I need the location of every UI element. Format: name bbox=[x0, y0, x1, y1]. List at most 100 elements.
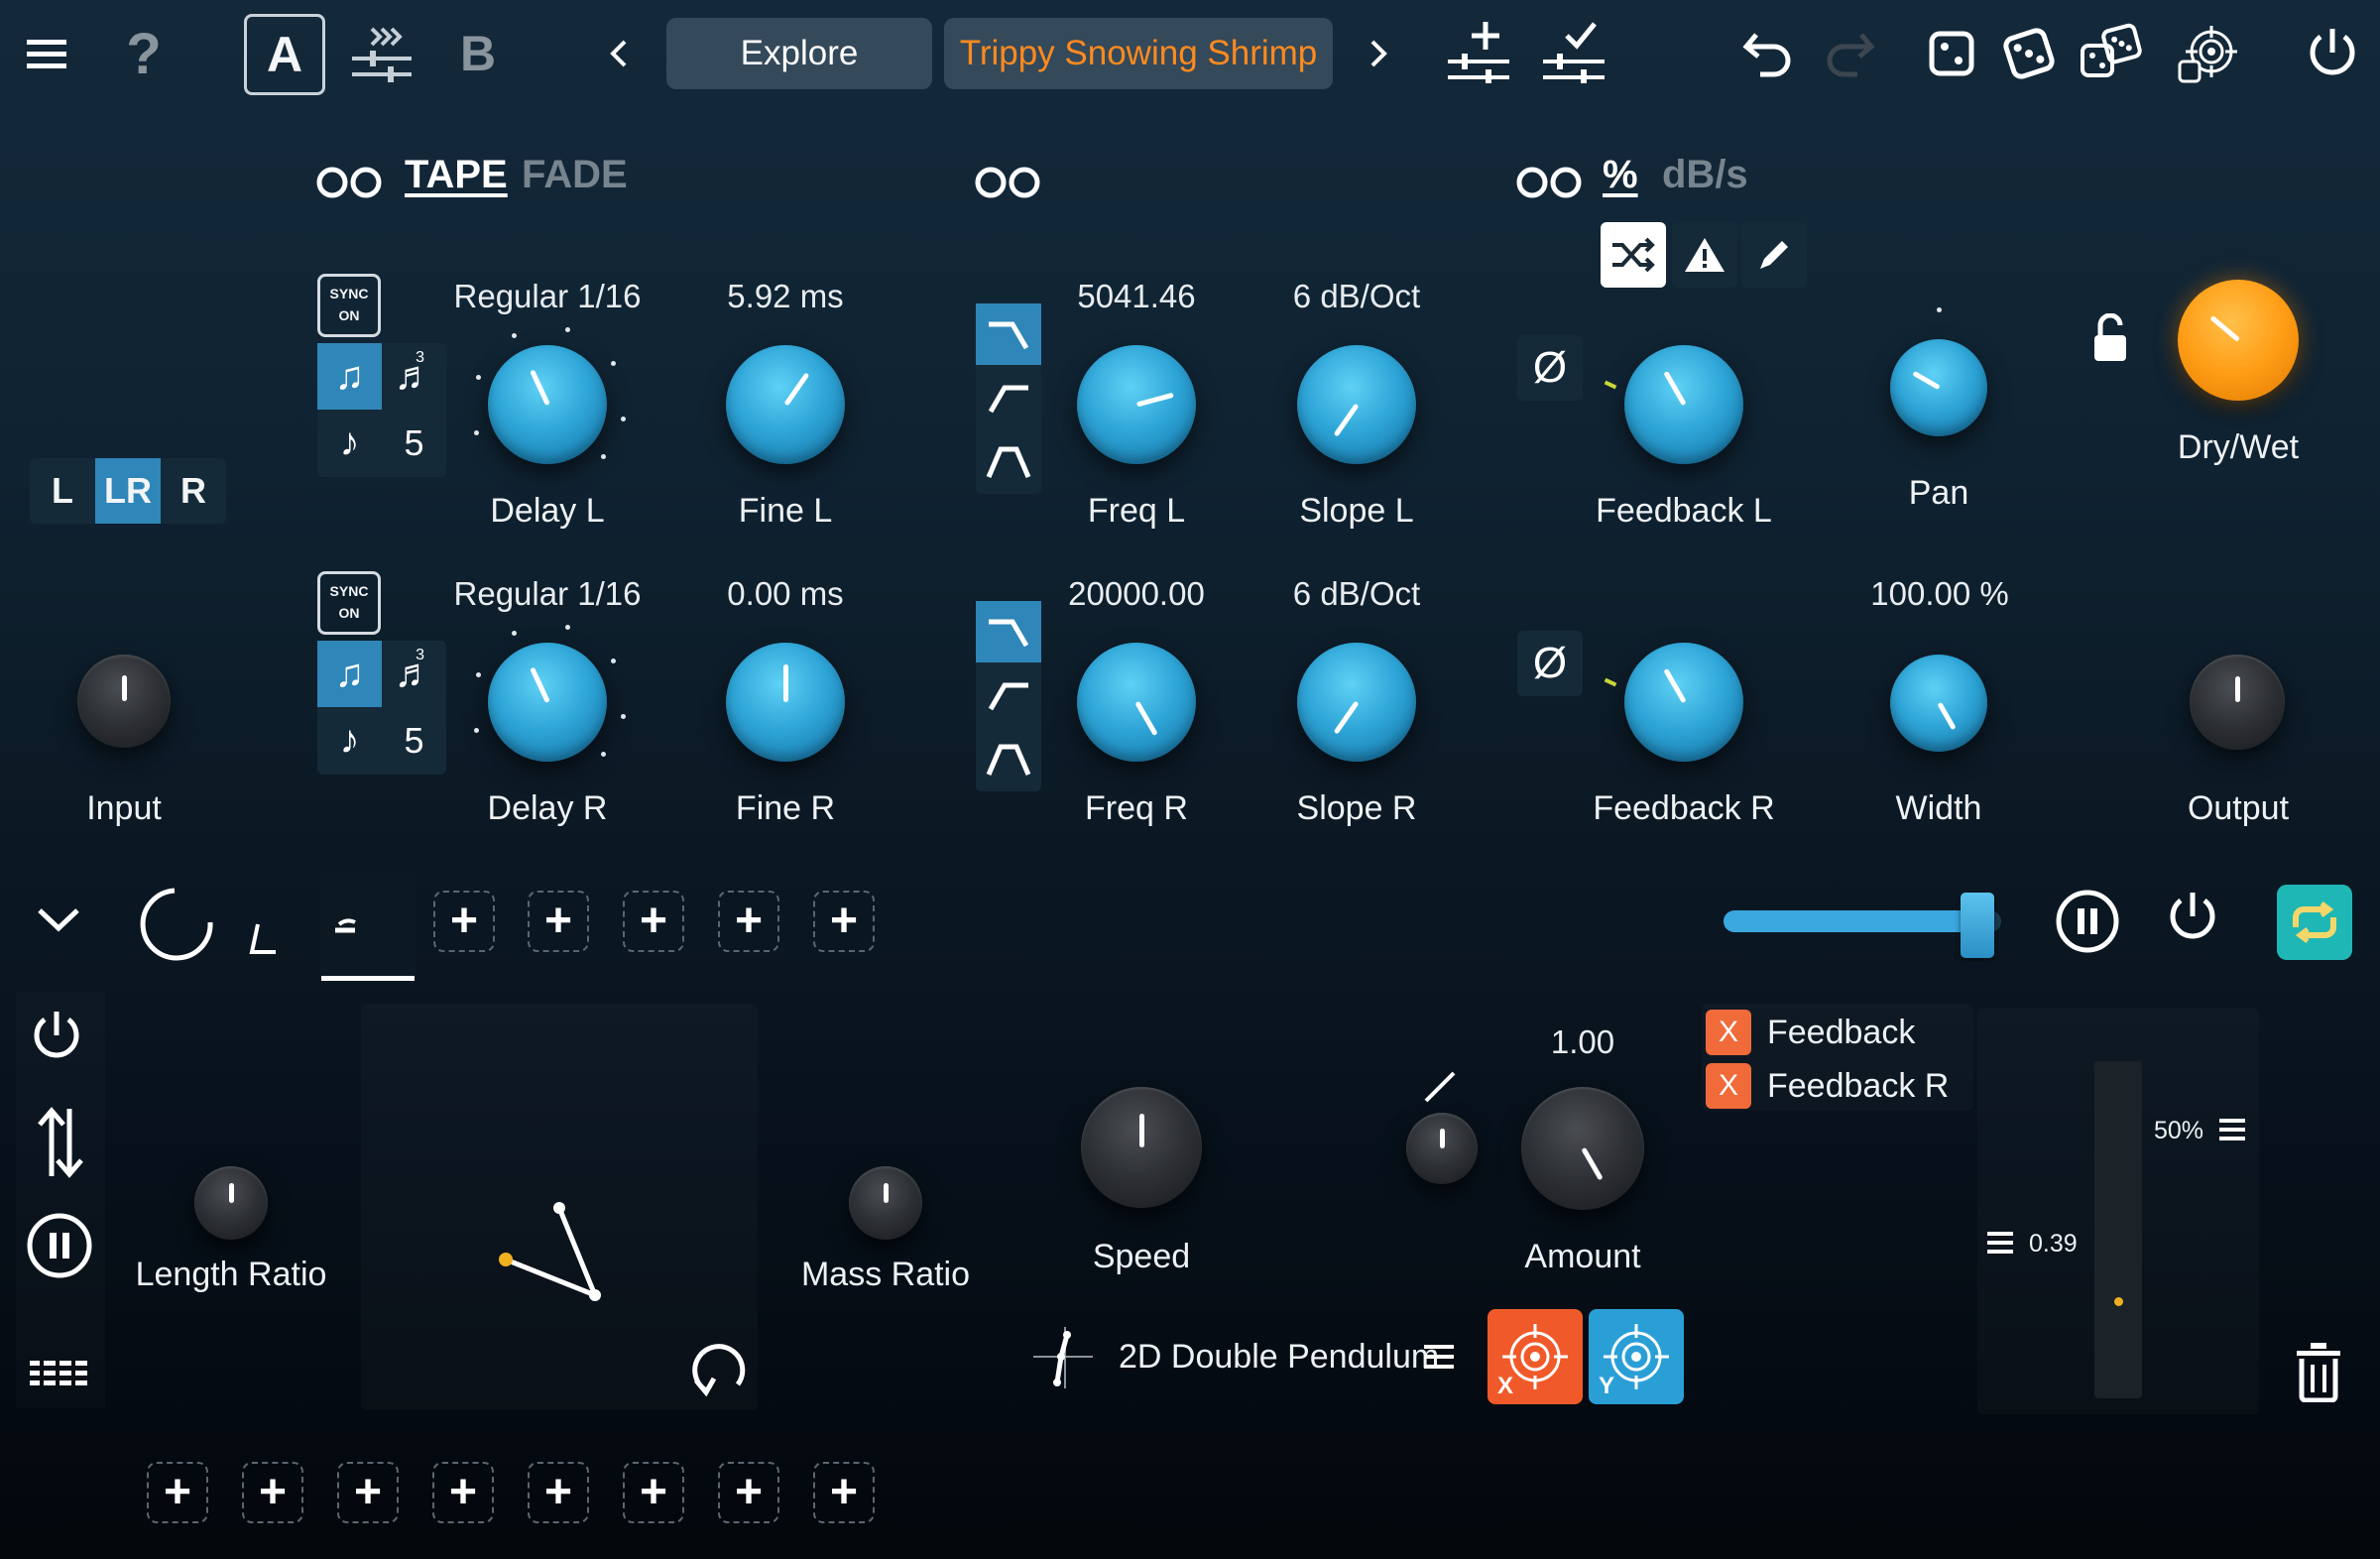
shuffle-icon[interactable] bbox=[1601, 222, 1666, 288]
phase-invert-r[interactable]: Ø bbox=[1517, 631, 1583, 696]
dice-one-icon[interactable] bbox=[1924, 26, 1979, 81]
mod-enable-power-icon[interactable] bbox=[30, 1008, 89, 1071]
add-destination-slot[interactable]: + bbox=[432, 1462, 494, 1523]
swap-direction-icon[interactable] bbox=[32, 1105, 87, 1180]
mod-pause-icon[interactable] bbox=[26, 1212, 93, 1279]
prev-preset-icon[interactable] bbox=[601, 34, 637, 73]
stereo-mode-r[interactable]: R bbox=[161, 458, 226, 524]
next-preset-icon[interactable] bbox=[1361, 34, 1396, 73]
phase-invert-l[interactable]: Ø bbox=[1517, 335, 1583, 401]
mode-tape-tab[interactable]: TAPE bbox=[405, 153, 508, 197]
mod-depth-slider-thumb[interactable] bbox=[1961, 893, 1994, 958]
dice-two-icon[interactable] bbox=[1999, 24, 2059, 83]
pen-icon[interactable] bbox=[1741, 222, 1807, 288]
drywet-knob[interactable] bbox=[2178, 280, 2299, 401]
sync-toggle-r[interactable]: SYNC ON bbox=[317, 571, 381, 635]
mod-type-menu-icon[interactable] bbox=[1424, 1343, 1456, 1373]
bandpass-icon[interactable] bbox=[976, 728, 1041, 789]
dice-three-icon[interactable] bbox=[2077, 20, 2146, 89]
pan-knob[interactable] bbox=[1890, 339, 1987, 436]
input-knob[interactable] bbox=[77, 655, 171, 748]
straight-note-icon[interactable]: ♫ bbox=[317, 641, 382, 707]
add-destination-slot[interactable]: + bbox=[528, 1462, 589, 1523]
add-destination-slot[interactable]: + bbox=[147, 1462, 208, 1523]
meter-value-menu-icon[interactable] bbox=[1987, 1230, 2015, 1258]
mod-slot-pendulum-tab[interactable] bbox=[319, 873, 416, 982]
lock-icon[interactable] bbox=[2090, 312, 2144, 371]
freq-l-knob[interactable] bbox=[1077, 345, 1196, 464]
reset-rotate-icon[interactable] bbox=[688, 1339, 756, 1406]
curve-knob[interactable] bbox=[1406, 1113, 1478, 1184]
stereo-mode-lr[interactable]: LR bbox=[95, 458, 161, 524]
add-modulator-button[interactable]: + bbox=[433, 891, 495, 952]
speed-knob[interactable] bbox=[1081, 1087, 1202, 1208]
highpass-icon[interactable] bbox=[976, 367, 1041, 428]
slope-r-knob[interactable] bbox=[1297, 643, 1416, 762]
menu-icon[interactable] bbox=[22, 30, 71, 79]
mod-depth-slider-track[interactable] bbox=[1724, 893, 2001, 958]
trash-icon[interactable] bbox=[2293, 1341, 2348, 1406]
save-preset-icon[interactable] bbox=[1539, 16, 1608, 85]
fine-l-knob[interactable] bbox=[726, 345, 845, 464]
add-modulator-button[interactable]: + bbox=[528, 891, 589, 952]
feedback-l-knob[interactable] bbox=[1624, 345, 1743, 464]
steps-value-r[interactable]: 5 bbox=[382, 707, 446, 774]
add-modulator-button[interactable]: + bbox=[718, 891, 779, 952]
pause-icon[interactable] bbox=[2055, 889, 2120, 954]
steps-value-l[interactable]: 5 bbox=[382, 410, 446, 476]
target-x-button[interactable]: X bbox=[1488, 1309, 1583, 1404]
unit-dbs-tab[interactable]: dB/s bbox=[1662, 153, 1748, 197]
vertical-meter[interactable] bbox=[2094, 1061, 2142, 1398]
meter-percent-menu-icon[interactable] bbox=[2219, 1117, 2247, 1144]
preset-b-button[interactable]: B bbox=[448, 22, 508, 85]
triplet-note-icon[interactable]: ♬ 3 bbox=[382, 343, 446, 410]
remove-destination-button[interactable]: X bbox=[1706, 1063, 1751, 1109]
dotted-note-icon[interactable]: ♪ bbox=[317, 410, 382, 476]
triplet-note-icon[interactable]: ♬ 3 bbox=[382, 641, 446, 707]
help-icon[interactable]: ? bbox=[119, 22, 169, 86]
preset-name[interactable]: Trippy Snowing Shrimp bbox=[944, 18, 1333, 89]
link-filter-icon[interactable] bbox=[974, 163, 1043, 202]
copy-a-to-b-icon[interactable] bbox=[347, 18, 416, 87]
collapse-chevron-icon[interactable] bbox=[36, 904, 85, 944]
explore-button[interactable]: Explore bbox=[666, 18, 932, 89]
dotted-note-icon[interactable]: ♪ bbox=[317, 707, 382, 774]
highpass-icon[interactable] bbox=[976, 664, 1041, 726]
curve-shape-icon[interactable] bbox=[1420, 1067, 1460, 1107]
add-preset-icon[interactable] bbox=[1444, 16, 1513, 85]
amount-knob[interactable] bbox=[1521, 1087, 1644, 1210]
power-icon[interactable] bbox=[2303, 22, 2362, 85]
add-modulator-button[interactable]: + bbox=[623, 891, 684, 952]
stereo-mode-l[interactable]: L bbox=[30, 458, 95, 524]
add-modulator-button[interactable]: + bbox=[813, 891, 875, 952]
mod-list-icon[interactable] bbox=[30, 1359, 89, 1390]
warning-icon[interactable] bbox=[1672, 222, 1737, 288]
dice-target-icon[interactable] bbox=[2172, 20, 2241, 89]
undo-icon[interactable] bbox=[1737, 24, 1797, 83]
width-knob[interactable] bbox=[1890, 655, 1987, 752]
slope-l-knob[interactable] bbox=[1297, 345, 1416, 464]
delay-l-knob[interactable] bbox=[488, 345, 607, 464]
add-destination-slot[interactable]: + bbox=[813, 1462, 875, 1523]
sync-toggle-l[interactable]: SYNC ON bbox=[317, 274, 381, 337]
mass-ratio-knob[interactable] bbox=[849, 1166, 922, 1240]
link-delay-icon[interactable] bbox=[315, 163, 385, 202]
mode-fade-tab[interactable]: FADE bbox=[522, 153, 628, 197]
fine-r-knob[interactable] bbox=[726, 643, 845, 762]
straight-note-icon[interactable]: ♫ bbox=[317, 343, 382, 410]
feedback-r-knob[interactable] bbox=[1624, 643, 1743, 762]
add-destination-slot[interactable]: + bbox=[718, 1462, 779, 1523]
bandpass-icon[interactable] bbox=[976, 430, 1041, 492]
mod-slot-corner-icon[interactable] bbox=[246, 918, 290, 962]
length-ratio-knob[interactable] bbox=[194, 1166, 268, 1240]
add-destination-slot[interactable]: + bbox=[242, 1462, 303, 1523]
add-destination-slot[interactable]: + bbox=[337, 1462, 399, 1523]
redo-icon[interactable] bbox=[1821, 24, 1880, 83]
lowpass-icon[interactable] bbox=[976, 601, 1041, 662]
unit-percent-tab[interactable]: % bbox=[1603, 153, 1638, 197]
remove-destination-button[interactable]: X bbox=[1706, 1010, 1751, 1055]
preset-a-button[interactable]: A bbox=[244, 14, 325, 95]
delay-r-knob[interactable] bbox=[488, 643, 607, 762]
freq-r-knob[interactable] bbox=[1077, 643, 1196, 762]
mod-slot-circle-icon[interactable] bbox=[135, 883, 220, 968]
